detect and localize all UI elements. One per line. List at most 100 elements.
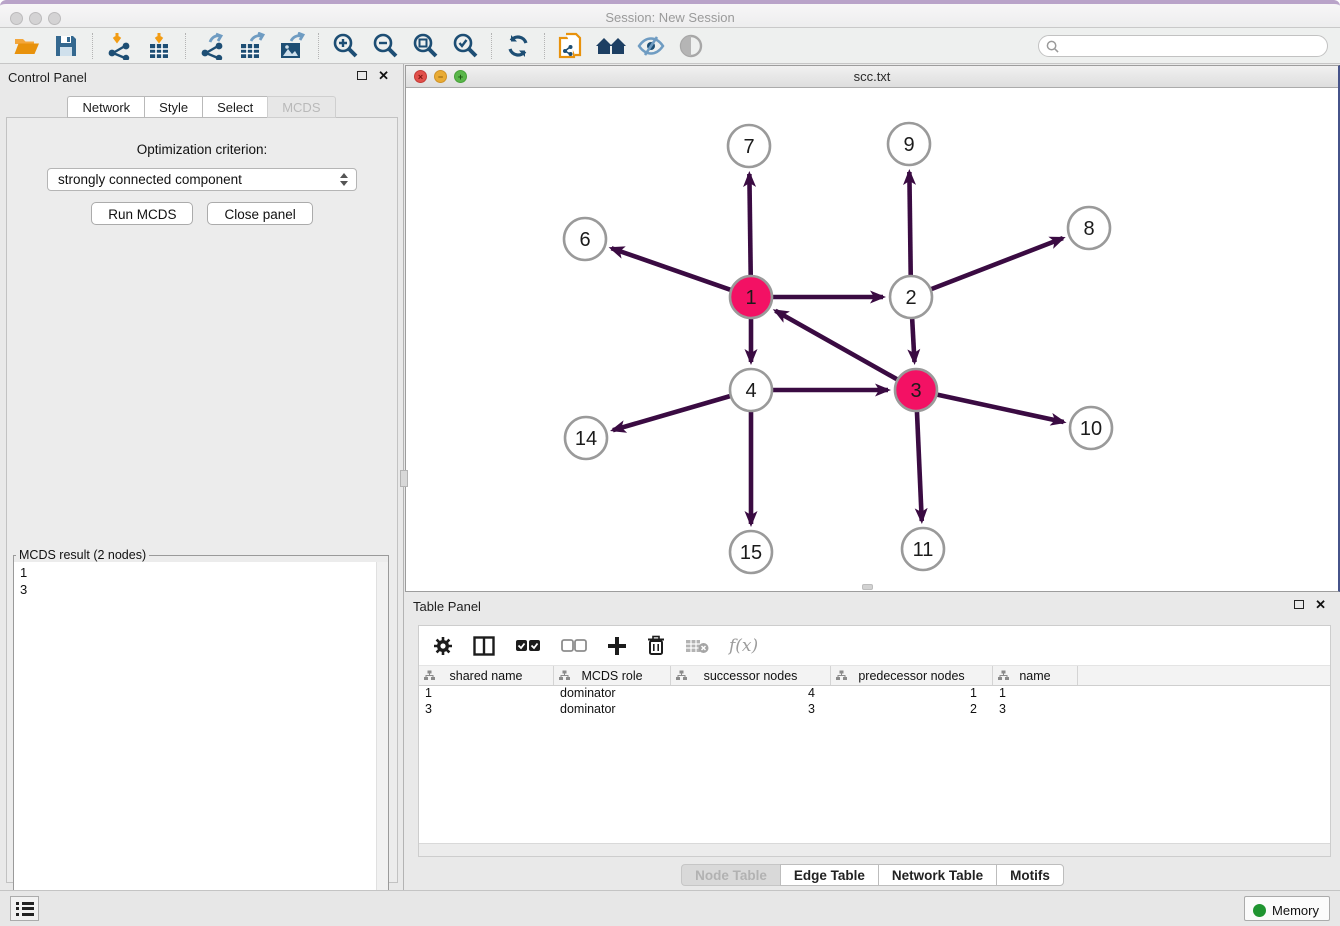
import-table-icon bbox=[145, 32, 173, 60]
graph-edge-1-7[interactable] bbox=[749, 174, 750, 276]
open-mcds-files-button[interactable] bbox=[551, 30, 591, 62]
network-canvas[interactable]: 1234678910111415 bbox=[406, 88, 1338, 591]
table-cell[interactable]: 3 bbox=[993, 702, 1078, 718]
zoom-in-button[interactable] bbox=[325, 30, 365, 62]
graph-node-label: 4 bbox=[745, 380, 756, 402]
table-tab-strip: Node Table Edge Table Network Table Moti… bbox=[405, 864, 1340, 886]
column-header-shared-name[interactable]: shared name bbox=[419, 666, 554, 685]
export-table-button[interactable] bbox=[232, 30, 272, 62]
show-graphics-details-button[interactable] bbox=[671, 30, 711, 62]
list-icon bbox=[16, 902, 38, 905]
graph-edge-3-10[interactable] bbox=[937, 394, 1064, 422]
table-row[interactable]: 3dominator323 bbox=[419, 702, 1330, 718]
save-session-button[interactable] bbox=[46, 30, 86, 62]
graph-edge-2-3[interactable] bbox=[912, 318, 914, 362]
graph-edge-4-14[interactable] bbox=[613, 396, 731, 430]
split-panel-icon[interactable] bbox=[473, 636, 495, 656]
graph-edge-3-1[interactable] bbox=[775, 311, 897, 380]
memory-label: Memory bbox=[1272, 903, 1319, 918]
export-network-icon bbox=[198, 32, 226, 60]
table-body: 1dominator4113dominator323 bbox=[419, 686, 1330, 718]
tab-mcds[interactable]: MCDS bbox=[267, 96, 335, 118]
zoom-selected-button[interactable] bbox=[445, 30, 485, 62]
panel-divider-grip[interactable] bbox=[400, 470, 408, 487]
close-panel-icon[interactable]: ✕ bbox=[378, 68, 389, 84]
search-icon bbox=[1046, 40, 1059, 53]
graph-edge-3-11[interactable] bbox=[917, 411, 922, 521]
tab-network-table[interactable]: Network Table bbox=[878, 864, 996, 886]
table-cell[interactable]: 4 bbox=[671, 686, 831, 702]
table-float-icon[interactable] bbox=[1294, 600, 1304, 609]
function-builder-icon[interactable]: f(x) bbox=[729, 636, 758, 656]
import-table-button[interactable] bbox=[139, 30, 179, 62]
close-panel-button[interactable]: Close panel bbox=[207, 202, 312, 225]
table-cell[interactable]: dominator bbox=[554, 686, 671, 702]
table-horizontal-scrollbar[interactable] bbox=[419, 843, 1330, 856]
column-header-filler bbox=[1078, 666, 1330, 685]
export-image-button[interactable] bbox=[272, 30, 312, 62]
criterion-dropdown[interactable]: strongly connected component bbox=[47, 168, 357, 191]
canvas-scroll-grip[interactable] bbox=[862, 584, 873, 590]
column-header-predecessor-nodes[interactable]: predecessor nodes bbox=[831, 666, 993, 685]
select-all-icon[interactable] bbox=[515, 639, 541, 653]
graph-node-label: 7 bbox=[743, 136, 754, 158]
column-header-successor-nodes[interactable]: successor nodes bbox=[671, 666, 831, 685]
table-close-icon[interactable]: ✕ bbox=[1315, 597, 1326, 613]
task-history-button[interactable] bbox=[10, 896, 39, 921]
mcds-result-text[interactable]: 1 3 bbox=[14, 562, 388, 919]
export-network-button[interactable] bbox=[192, 30, 232, 62]
add-column-icon[interactable] bbox=[607, 636, 627, 656]
delete-table-icon[interactable] bbox=[685, 638, 709, 654]
node-table-card: f(x) shared nameMCDS rolesuccessor nodes… bbox=[418, 625, 1331, 857]
open-session-button[interactable] bbox=[6, 30, 46, 62]
deselect-all-icon[interactable] bbox=[561, 639, 587, 653]
tab-style[interactable]: Style bbox=[144, 96, 202, 118]
float-panel-icon[interactable] bbox=[357, 71, 367, 80]
tab-edge-table[interactable]: Edge Table bbox=[780, 864, 878, 886]
graph-edge-2-8[interactable] bbox=[931, 238, 1063, 289]
import-network-button[interactable] bbox=[99, 30, 139, 62]
hide-graphics-details-button[interactable] bbox=[631, 30, 671, 62]
settings-gear-icon[interactable] bbox=[433, 636, 453, 656]
delete-column-icon[interactable] bbox=[647, 635, 665, 656]
home-button[interactable] bbox=[591, 30, 631, 62]
graph-node-label: 9 bbox=[903, 134, 914, 156]
tab-network[interactable]: Network bbox=[67, 96, 144, 118]
search-field[interactable] bbox=[1038, 35, 1328, 57]
refresh-view-button[interactable] bbox=[498, 30, 538, 62]
network-graph: 1234678910111415 bbox=[406, 88, 1337, 591]
table-cell[interactable]: 1 bbox=[831, 686, 993, 702]
tab-motifs[interactable]: Motifs bbox=[996, 864, 1064, 886]
graph-edge-2-9[interactable] bbox=[909, 172, 910, 276]
column-header-MCDS-role[interactable]: MCDS role bbox=[554, 666, 671, 685]
zoom-selected-icon bbox=[451, 32, 479, 60]
table-cell[interactable]: 1 bbox=[419, 686, 554, 702]
table-panel-title: Table Panel bbox=[413, 599, 481, 614]
table-cell[interactable]: 3 bbox=[671, 702, 831, 718]
mcds-result-title: MCDS result (2 nodes) bbox=[16, 548, 149, 562]
table-cell[interactable]: 1 bbox=[993, 686, 1078, 702]
tab-select[interactable]: Select bbox=[202, 96, 267, 118]
table-cell[interactable]: 3 bbox=[419, 702, 554, 718]
result-scrollbar[interactable] bbox=[376, 562, 388, 919]
main-toolbar bbox=[0, 28, 1340, 64]
zoom-fit-icon bbox=[411, 32, 439, 60]
table-cell[interactable]: dominator bbox=[554, 702, 671, 718]
zoom-out-button[interactable] bbox=[365, 30, 405, 62]
table-row[interactable]: 1dominator411 bbox=[419, 686, 1330, 702]
export-table-icon bbox=[237, 32, 267, 60]
zoom-fit-button[interactable] bbox=[405, 30, 445, 62]
graph-edge-1-6[interactable] bbox=[611, 248, 731, 290]
home-icon bbox=[595, 34, 627, 58]
memory-button[interactable]: Memory bbox=[1244, 896, 1330, 921]
mcds-result-group: MCDS result (2 nodes) 1 3 bbox=[13, 548, 389, 920]
eye-slash-icon bbox=[636, 34, 666, 58]
search-input[interactable] bbox=[1059, 39, 1327, 53]
graph-node-label: 14 bbox=[575, 428, 597, 450]
column-header-name[interactable]: name bbox=[993, 666, 1078, 685]
network-window-titlebar[interactable]: × − + scc.txt bbox=[406, 66, 1338, 88]
run-mcds-button[interactable]: Run MCDS bbox=[91, 202, 193, 225]
optimization-criterion-label: Optimization criterion: bbox=[7, 142, 397, 157]
table-cell[interactable]: 2 bbox=[831, 702, 993, 718]
tab-node-table[interactable]: Node Table bbox=[681, 864, 780, 886]
